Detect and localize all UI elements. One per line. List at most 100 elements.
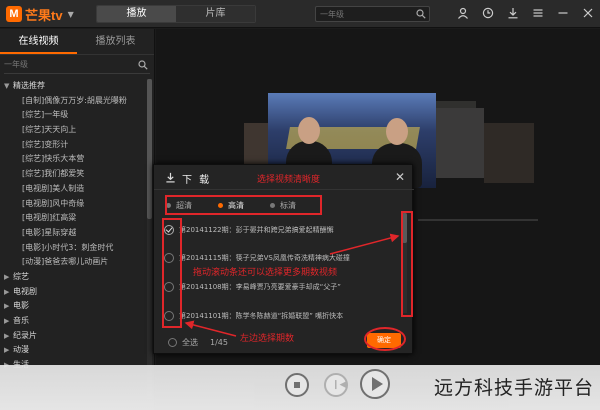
sidebar-item[interactable]: [电视剧]红高粱 xyxy=(0,211,154,226)
previous-button[interactable]: ❙◀ xyxy=(324,373,348,397)
sidebar-item[interactable]: [综艺]快乐大本营 xyxy=(0,152,154,167)
scrollbar-thumb[interactable] xyxy=(147,79,152,219)
sidebar-item-label: [电视剧]美人制造 xyxy=(22,183,85,193)
chevron-down-icon[interactable]: ▼ xyxy=(4,79,13,94)
sidebar-tabs: 在线视频 播放列表 xyxy=(0,29,154,55)
user-icon[interactable] xyxy=(457,7,469,19)
select-all-label[interactable]: 全选 xyxy=(182,337,198,348)
sidebar-item-label: [综艺]一年级 xyxy=(22,110,69,120)
search-icon[interactable] xyxy=(138,60,148,70)
sidebar-item[interactable]: [动漫]爸爸去哪儿动画片 xyxy=(0,255,154,270)
sidebar-group[interactable]: ▶ 电影 xyxy=(0,299,154,314)
chevron-right-icon[interactable]: ▶ xyxy=(4,329,13,344)
sidebar-group[interactable]: ▶ 动漫 xyxy=(0,343,154,358)
sidebar-item[interactable]: [综艺]我们都爱笑 xyxy=(0,167,154,182)
episode-row[interactable]: 第20141101期：陈学冬陈赫道“拆婚联盟” 嘴折快本 xyxy=(164,309,396,323)
sidebar-search-input[interactable] xyxy=(4,60,124,69)
play-icon xyxy=(372,377,383,391)
sidebar-item-label: 精选推荐 xyxy=(13,81,45,90)
annotation-select: 左边选择期数 xyxy=(240,334,295,344)
sidebar-item-label: [动漫]爸爸去哪儿动画片 xyxy=(22,257,109,267)
watermark: 远方科技手游平台 xyxy=(433,377,594,399)
sidebar-group[interactable]: ▼ 精选推荐 xyxy=(0,79,154,94)
close-icon[interactable]: ✕ xyxy=(395,170,405,184)
annotation-box-checkboxes xyxy=(162,218,182,328)
annotation-circle-confirm xyxy=(364,327,406,351)
sidebar-item[interactable]: [综艺]变形计 xyxy=(0,138,154,153)
sidebar-item-label: [电影]小时代3：刺金时代 xyxy=(22,242,114,252)
chevron-down-icon[interactable]: ▼ xyxy=(68,10,74,19)
previous-icon: ❙◀ xyxy=(332,380,347,390)
annotation-box-scrollbar xyxy=(401,211,413,317)
episode-title: 第20141122期：彭于晏并和跨兄弟搞爱起精酬懈 xyxy=(179,226,334,234)
episode-title: 第20141101期：陈学冬陈赫道“拆婚联盟” 嘴折快本 xyxy=(179,312,344,320)
episode-row[interactable]: 第20141122期：彭于晏并和跨兄弟搞爱起精酬懈 xyxy=(164,223,396,237)
sidebar-item-label: 综艺 xyxy=(13,271,29,281)
download-dialog: 下 载 ✕ 超清 高清 标清 第20141122期：彭于晏并和跨兄弟搞爱起精酬懈… xyxy=(153,164,414,354)
app-logo[interactable]: M 芒果tv ▼ xyxy=(6,5,74,23)
sidebar-item-label: [电影]星际穿越 xyxy=(22,227,77,237)
host-face xyxy=(298,117,320,144)
chevron-right-icon[interactable]: ▶ xyxy=(4,270,13,285)
sidebar-search xyxy=(4,58,150,74)
close-icon[interactable] xyxy=(582,7,594,19)
download-icon xyxy=(166,172,175,183)
tab-online-video[interactable]: 在线视频 xyxy=(0,29,77,54)
sidebar-item[interactable]: [自制]偶像万万岁:胡晨光曝粉 xyxy=(0,94,154,109)
sidebar: 在线视频 播放列表 ▼精选推荐[自制]偶像万万岁:胡晨光曝粉[综艺]一年级[综艺… xyxy=(0,29,155,410)
chevron-right-icon[interactable]: ▶ xyxy=(4,343,13,358)
select-all-checkbox[interactable] xyxy=(168,338,177,347)
sidebar-item[interactable]: [电视剧]风中奇缘 xyxy=(0,197,154,212)
sidebar-scrollbar[interactable] xyxy=(147,79,152,399)
selection-count: 1/45 xyxy=(210,338,228,347)
sidebar-group[interactable]: ▶ 音乐 xyxy=(0,314,154,329)
sidebar-item-label: [综艺]变形计 xyxy=(22,139,69,149)
search-input[interactable] xyxy=(320,8,410,20)
chevron-right-icon[interactable]: ▶ xyxy=(4,314,13,329)
dialog-footer: 全选 1/45 xyxy=(168,337,228,348)
sidebar-item-label: [电视剧]风中奇缘 xyxy=(22,198,85,208)
episode-title: 第20141115期：筷子兄弟VS凤凰传奇洗精神病大碰撞 xyxy=(179,254,350,262)
episode-title: 第20141108期：李易峰贾乃亮要爱豪手却成“父子” xyxy=(179,283,341,291)
tab-play[interactable]: 播放 xyxy=(97,6,176,22)
chevron-right-icon[interactable]: ▶ xyxy=(4,285,13,300)
annotation-scroll: 拖动滚动条还可以选择更多期数视频 xyxy=(193,268,338,278)
logo-text: 芒果tv xyxy=(25,7,63,23)
title-bar: M 芒果tv ▼ 播放 片库 xyxy=(0,0,600,28)
sidebar-item-label: 电影 xyxy=(13,301,29,311)
sidebar-item-label: [自制]偶像万万岁:胡晨光曝粉 xyxy=(22,95,127,105)
search-icon[interactable] xyxy=(416,9,426,19)
minimize-icon[interactable] xyxy=(557,7,569,19)
play-button[interactable] xyxy=(360,369,390,399)
annotation-quality: 选择视频清晰度 xyxy=(257,175,321,185)
sidebar-item-label: 纪录片 xyxy=(13,330,37,340)
annotation-box-quality xyxy=(165,195,322,215)
tab-library[interactable]: 片库 xyxy=(176,6,255,22)
sidebar-group[interactable]: ▶ 电视剧 xyxy=(0,285,154,300)
sidebar-item[interactable]: [综艺]一年级 xyxy=(0,108,154,123)
chevron-right-icon[interactable]: ▶ xyxy=(4,299,13,314)
video-thumbnail[interactable] xyxy=(484,123,534,183)
history-icon[interactable] xyxy=(482,7,494,19)
guest-face xyxy=(386,118,408,145)
episode-row[interactable]: 第20141115期：筷子兄弟VS凤凰传奇洗精神病大碰撞 xyxy=(164,251,396,265)
sidebar-item[interactable]: [电视剧]美人制造 xyxy=(0,182,154,197)
download-icon[interactable] xyxy=(507,7,519,19)
sidebar-item-label: 电视剧 xyxy=(13,286,37,296)
menu-icon[interactable] xyxy=(532,7,544,19)
sidebar-group[interactable]: ▶ 综艺 xyxy=(0,270,154,285)
sidebar-item[interactable]: [综艺]天天向上 xyxy=(0,123,154,138)
sidebar-item-label: [综艺]快乐大本营 xyxy=(22,154,85,164)
sidebar-item-label: [电视剧]红高粱 xyxy=(22,213,77,223)
sidebar-item-label: [综艺]天天向上 xyxy=(22,125,77,135)
category-tree: ▼ 精选推荐 [自制]偶像万万岁:胡晨光曝粉 [综艺]一年级 [综艺]天天向上 [综艺]变… xyxy=(0,77,154,373)
stop-button[interactable] xyxy=(285,373,309,397)
sidebar-group[interactable]: ▶ 纪录片 xyxy=(0,329,154,344)
tab-playlist[interactable]: 播放列表 xyxy=(77,29,154,54)
sidebar-item[interactable]: [电影]小时代3：刺金时代 xyxy=(0,241,154,256)
dialog-title: 下 载 xyxy=(182,175,212,186)
top-search xyxy=(315,6,430,22)
video-thumbnail[interactable] xyxy=(436,108,484,178)
episode-row[interactable]: 第20141108期：李易峰贾乃亮要爱豪手却成“父子” xyxy=(164,280,396,294)
sidebar-item[interactable]: [电影]星际穿越 xyxy=(0,226,154,241)
